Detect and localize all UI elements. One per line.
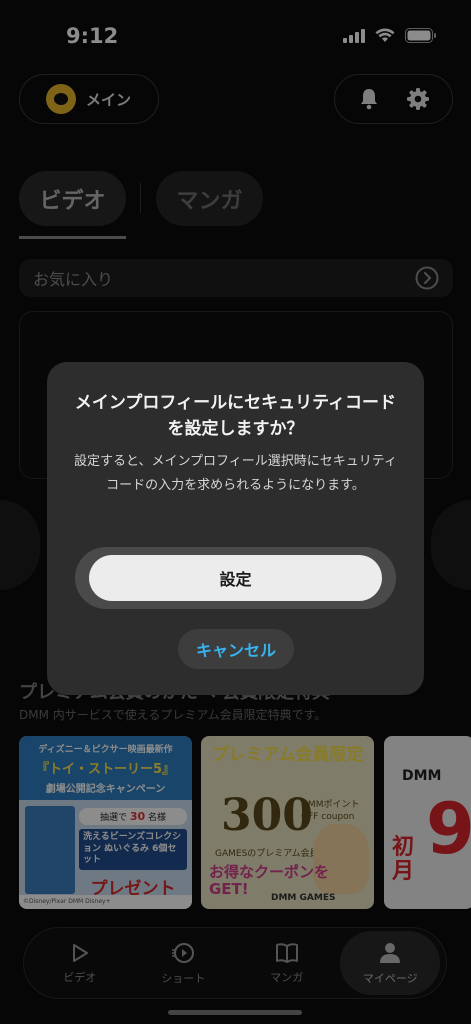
app-screen: 9:12 メイン ビデオ マンガ お気に入り DMM 内サービスで使えるプレミア… — [0, 0, 471, 1024]
security-code-dialog: メインプロフィールにセキュリティコードを設定しますか？ 設定すると、メインプロフ… — [47, 362, 424, 695]
dialog-message: 設定すると、メインプロフィール選択時にセキュリティコードの入力を求められるように… — [73, 454, 398, 494]
cancel-button[interactable]: キャンセル — [178, 629, 294, 669]
set-button[interactable]: 設定 — [89, 555, 382, 601]
dialog-title: メインプロフィールにセキュリティコードを設定しますか？ — [74, 393, 397, 440]
